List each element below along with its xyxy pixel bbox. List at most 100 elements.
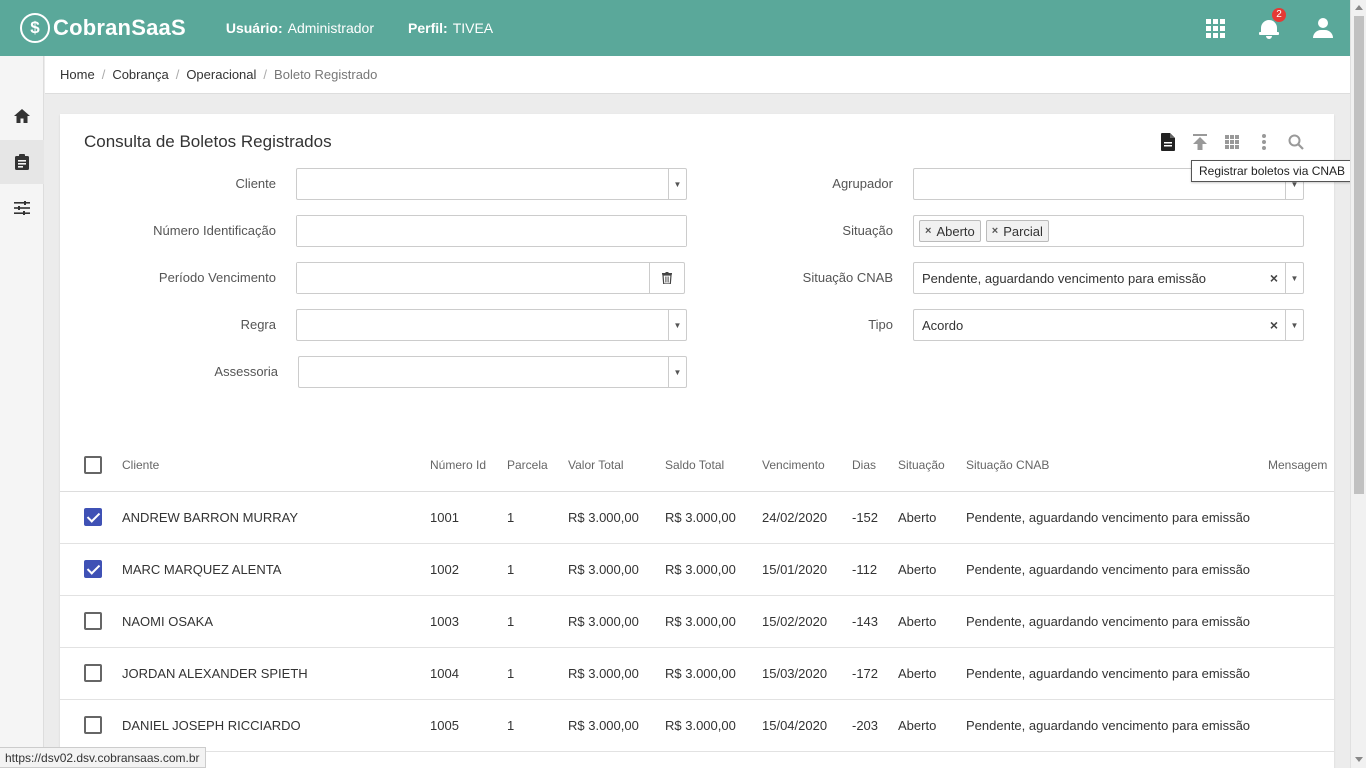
numero-identificacao-label: Número Identificação: [153, 223, 276, 238]
more-options-button[interactable]: [1248, 130, 1280, 154]
chevron-down-icon: ▼: [668, 357, 686, 387]
clear-period-button[interactable]: [649, 263, 684, 293]
profile-label: Perfil:: [408, 20, 448, 36]
logo-text: CobranSaaS: [53, 15, 186, 40]
table-row[interactable]: MARC MARQUEZ ALENTA 1002 1 R$ 3.000,00 R…: [60, 544, 1334, 596]
row-checkbox[interactable]: [84, 612, 102, 630]
select-all-checkbox[interactable]: [84, 456, 102, 474]
cell-vencimento: 24/02/2020: [762, 510, 828, 525]
user-value: Administrador: [287, 20, 374, 36]
assessoria-select[interactable]: ▼: [298, 356, 687, 388]
chevron-down-icon: ▼: [1285, 263, 1303, 293]
cell-situacao: Aberto: [898, 510, 937, 525]
situacao-cnab-select[interactable]: Pendente, aguardando vencimento para emi…: [913, 262, 1304, 294]
upload-icon: [1193, 134, 1207, 150]
sidebar-item-operations[interactable]: [0, 140, 44, 184]
search-button[interactable]: [1280, 130, 1312, 154]
cell-cliente: MARC MARQUEZ ALENTA: [122, 562, 282, 577]
table-row[interactable]: ANDREW BARRON MURRAY 1001 1 R$ 3.000,00 …: [60, 492, 1334, 544]
breadcrumb-operacional[interactable]: Operacional: [186, 67, 256, 82]
vertical-scrollbar[interactable]: [1350, 0, 1366, 768]
apps-button[interactable]: [1188, 0, 1242, 56]
user-menu-button[interactable]: [1296, 0, 1350, 56]
tipo-select[interactable]: Acordo × ▼: [913, 309, 1304, 341]
clear-tipo-button[interactable]: ×: [1263, 317, 1285, 333]
cell-valor: R$ 3.000,00: [568, 614, 639, 629]
chip-label: Parcial: [1003, 223, 1043, 239]
cell-cliente: NAOMI OSAKA: [122, 614, 214, 629]
col-cliente[interactable]: Cliente: [122, 458, 159, 472]
search-icon: [1288, 134, 1304, 150]
col-valor-total[interactable]: Valor Total: [568, 458, 624, 472]
col-numero-id[interactable]: Número Id: [430, 458, 486, 472]
situacao-chip-parcial: × Parcial: [985, 220, 1049, 242]
col-situacao[interactable]: Situação: [898, 458, 945, 472]
tipo-value: Acordo: [922, 317, 964, 333]
app-logo[interactable]: $ CobranSaaS: [20, 13, 186, 43]
cell-numero: 1001: [430, 510, 459, 525]
remove-chip-aberto[interactable]: ×: [925, 225, 931, 237]
col-saldo-total[interactable]: Saldo Total: [665, 458, 724, 472]
chevron-down-icon: ▼: [668, 310, 686, 340]
breadcrumb-separator: /: [263, 67, 268, 82]
top-bar: $ CobranSaaS Usuário: Administrador Perf…: [0, 0, 1350, 56]
cell-parcela: 1: [507, 666, 515, 681]
table-row[interactable]: NAOMI OSAKA 1003 1 R$ 3.000,00 R$ 3.000,…: [60, 596, 1334, 648]
grid-icon: [1225, 135, 1239, 149]
cell-vencimento: 15/01/2020: [762, 562, 828, 577]
cell-numero: 1003: [430, 614, 459, 629]
row-checkbox[interactable]: [84, 560, 102, 578]
breadcrumb-cobranca[interactable]: Cobrança: [112, 67, 168, 82]
table-row[interactable]: JORDAN ALEXANDER SPIETH 1004 1 R$ 3.000,…: [60, 648, 1334, 700]
col-vencimento[interactable]: Vencimento: [762, 458, 825, 472]
breadcrumb-separator: /: [175, 67, 180, 82]
remove-chip-parcial[interactable]: ×: [992, 225, 998, 237]
situacao-multiselect[interactable]: × Aberto × Parcial: [913, 215, 1304, 247]
cliente-label: Cliente: [235, 176, 276, 191]
status-url-bar: https://dsv02.dsv.cobransaas.com.br: [0, 747, 206, 768]
periodo-vencimento-field[interactable]: [296, 262, 685, 294]
col-mensagem[interactable]: Mensagem: [1268, 458, 1327, 472]
cell-saldo: R$ 3.000,00: [665, 614, 736, 629]
clear-situacao-cnab-button[interactable]: ×: [1263, 270, 1285, 286]
numero-identificacao-input[interactable]: [297, 216, 686, 246]
periodo-vencimento-label: Período Vencimento: [158, 270, 276, 285]
col-parcela[interactable]: Parcela: [507, 458, 548, 472]
scroll-up-arrow-icon[interactable]: [1355, 5, 1363, 10]
cell-dias: -172: [852, 666, 879, 681]
breadcrumb-home[interactable]: Home: [60, 67, 95, 82]
regra-select[interactable]: ▼: [296, 309, 687, 341]
notifications-button[interactable]: 2: [1242, 0, 1296, 56]
cell-valor: R$ 3.000,00: [568, 666, 639, 681]
breadcrumb: Home / Cobrança / Operacional / Boleto R…: [45, 56, 1350, 94]
numero-identificacao-field[interactable]: [296, 215, 687, 247]
breadcrumb-separator: /: [101, 67, 106, 82]
cell-situacao: Aberto: [898, 614, 937, 629]
scroll-down-arrow-icon[interactable]: [1355, 757, 1363, 762]
periodo-vencimento-input[interactable]: [297, 263, 650, 293]
profile-info: Perfil: TIVEA: [408, 20, 493, 36]
more-vert-icon: [1262, 134, 1266, 150]
regra-label: Regra: [240, 317, 276, 332]
upload-button[interactable]: [1184, 130, 1216, 154]
row-checkbox[interactable]: [84, 508, 102, 526]
col-dias[interactable]: Dias: [852, 458, 876, 472]
card-toolbar: [1152, 130, 1312, 154]
scroll-thumb[interactable]: [1354, 16, 1364, 494]
cliente-select[interactable]: ▼: [296, 168, 687, 200]
chevron-down-icon: ▼: [668, 169, 686, 199]
cell-vencimento: 15/04/2020: [762, 718, 828, 733]
table-header: Cliente Número Id Parcela Valor Total Sa…: [60, 438, 1334, 492]
row-checkbox[interactable]: [84, 664, 102, 682]
table-row[interactable]: DANIEL JOSEPH RICCIARDO 1005 1 R$ 3.000,…: [60, 700, 1334, 752]
top-actions: 2: [1188, 0, 1350, 56]
sidebar-item-settings[interactable]: [0, 186, 44, 230]
columns-button[interactable]: [1216, 130, 1248, 154]
row-checkbox[interactable]: [84, 716, 102, 734]
cell-valor: R$ 3.000,00: [568, 718, 639, 733]
situacao-cnab-label: Situação CNAB: [802, 270, 893, 285]
col-situacao-cnab[interactable]: Situação CNAB: [966, 458, 1049, 472]
register-cnab-button[interactable]: [1152, 130, 1184, 154]
logo-mark: $: [20, 13, 50, 43]
sidebar-item-home[interactable]: [0, 94, 44, 138]
